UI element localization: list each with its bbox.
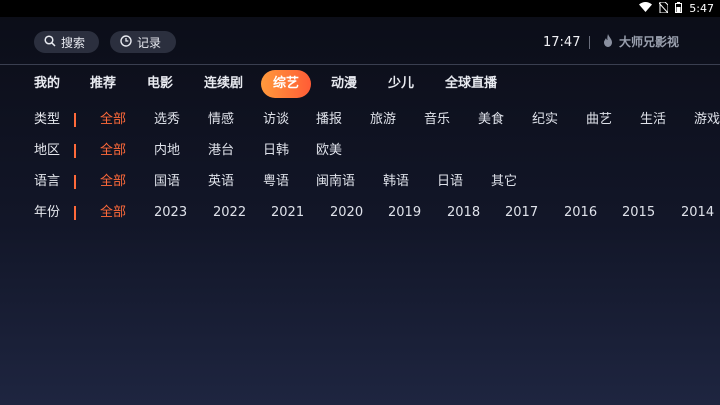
search-button[interactable]: 搜索 bbox=[34, 31, 99, 53]
filter-option[interactable]: 粤语 bbox=[263, 172, 289, 192]
filter-marker bbox=[74, 206, 76, 220]
status-bar: 5:47 bbox=[0, 0, 720, 17]
filter-option[interactable]: 2016 bbox=[564, 203, 597, 223]
filter-option[interactable]: 选秀 bbox=[154, 110, 180, 130]
flame-logo-icon bbox=[603, 33, 613, 50]
filter-option[interactable]: 2019 bbox=[388, 203, 421, 223]
filter-option[interactable]: 2020 bbox=[330, 203, 363, 223]
filter-option[interactable]: 欧美 bbox=[316, 141, 342, 161]
tab-global-live[interactable]: 全球直播 bbox=[445, 70, 497, 98]
filter-option[interactable]: 全部 bbox=[100, 203, 126, 223]
filter-option[interactable]: 其它 bbox=[491, 172, 517, 192]
filter-option[interactable]: 英语 bbox=[208, 172, 234, 192]
filter-option[interactable]: 2017 bbox=[505, 203, 538, 223]
filter-marker bbox=[74, 144, 76, 158]
filter-label: 年份 bbox=[34, 205, 61, 220]
tab-mine[interactable]: 我的 bbox=[34, 70, 60, 98]
header-separator bbox=[0, 64, 720, 65]
filter-row-language: 语言 全部 国语 英语 粤语 闽南语 韩语 日语 其它 bbox=[0, 172, 720, 192]
filter-row-year: 年份 全部 2023 2022 2021 2020 2019 2018 2017… bbox=[0, 203, 720, 223]
header-divider bbox=[589, 36, 590, 49]
search-icon bbox=[44, 34, 56, 50]
filter-option[interactable]: 国语 bbox=[154, 172, 180, 192]
filter-label: 语言 bbox=[34, 174, 61, 189]
filter-option[interactable]: 全部 bbox=[100, 172, 126, 192]
tab-series[interactable]: 连续剧 bbox=[204, 70, 243, 98]
clock-icon bbox=[120, 34, 132, 50]
filter-option[interactable]: 2014 bbox=[681, 203, 714, 223]
brand: 大师兄影视 bbox=[603, 33, 679, 50]
search-label: 搜索 bbox=[61, 35, 86, 50]
filter-option[interactable]: 日韩 bbox=[263, 141, 289, 161]
filter-option[interactable]: 音乐 bbox=[424, 110, 450, 130]
wifi-icon bbox=[639, 2, 653, 15]
brand-name: 大师兄影视 bbox=[619, 35, 680, 49]
filter-marker bbox=[74, 175, 76, 189]
filter-option[interactable]: 播报 bbox=[316, 110, 342, 130]
filter-option[interactable]: 情感 bbox=[208, 110, 234, 130]
header-clock: 17:47 bbox=[543, 35, 581, 50]
filter-label: 地区 bbox=[34, 143, 61, 158]
filter-option[interactable]: 2018 bbox=[447, 203, 480, 223]
filter-option[interactable]: 闽南语 bbox=[316, 172, 355, 192]
filter-option[interactable]: 生活 bbox=[640, 110, 666, 130]
filter-option[interactable]: 美食 bbox=[478, 110, 504, 130]
filter-option[interactable]: 韩语 bbox=[383, 172, 409, 192]
history-label: 记录 bbox=[137, 35, 162, 50]
filter-option[interactable]: 全部 bbox=[100, 110, 126, 130]
filter-option[interactable]: 游戏 bbox=[694, 110, 720, 130]
filter-option[interactable]: 日语 bbox=[437, 172, 463, 192]
tab-variety[interactable]: 综艺 bbox=[261, 70, 312, 98]
no-sim-icon bbox=[658, 1, 669, 16]
filter-option[interactable]: 2015 bbox=[622, 203, 655, 223]
filter-option[interactable]: 港台 bbox=[208, 141, 234, 161]
battery-icon bbox=[675, 1, 683, 16]
filter-option[interactable]: 全部 bbox=[100, 141, 126, 161]
filter-option[interactable]: 2022 bbox=[213, 203, 246, 223]
header: 搜索 记录 17:47 大师兄影视 bbox=[0, 17, 720, 64]
tab-anime[interactable]: 动漫 bbox=[331, 70, 357, 98]
filter-option[interactable]: 2023 bbox=[154, 203, 187, 223]
status-icons: 5:47 bbox=[639, 1, 714, 16]
filter-marker bbox=[74, 113, 76, 127]
filter-option[interactable]: 曲艺 bbox=[586, 110, 612, 130]
history-button[interactable]: 记录 bbox=[110, 31, 176, 53]
filter-option[interactable]: 纪实 bbox=[532, 110, 558, 130]
filter-option[interactable]: 内地 bbox=[154, 141, 180, 161]
category-tabs: 我的 推荐 电影 连续剧 综艺 动漫 少儿 全球直播 bbox=[0, 70, 720, 98]
filter-row-type: 类型 全部 选秀 情感 访谈 播报 旅游 音乐 美食 纪实 曲艺 生活 游戏 bbox=[0, 110, 720, 130]
tab-recommend[interactable]: 推荐 bbox=[90, 70, 116, 98]
filter-label: 类型 bbox=[34, 112, 61, 127]
filter-option[interactable]: 旅游 bbox=[370, 110, 396, 130]
tab-movies[interactable]: 电影 bbox=[147, 70, 173, 98]
status-time: 5:47 bbox=[689, 2, 714, 15]
filter-option[interactable]: 2021 bbox=[271, 203, 304, 223]
tab-kids[interactable]: 少儿 bbox=[388, 70, 414, 98]
filter-option[interactable]: 访谈 bbox=[263, 110, 289, 130]
filter-row-region: 地区 全部 内地 港台 日韩 欧美 bbox=[0, 141, 720, 161]
